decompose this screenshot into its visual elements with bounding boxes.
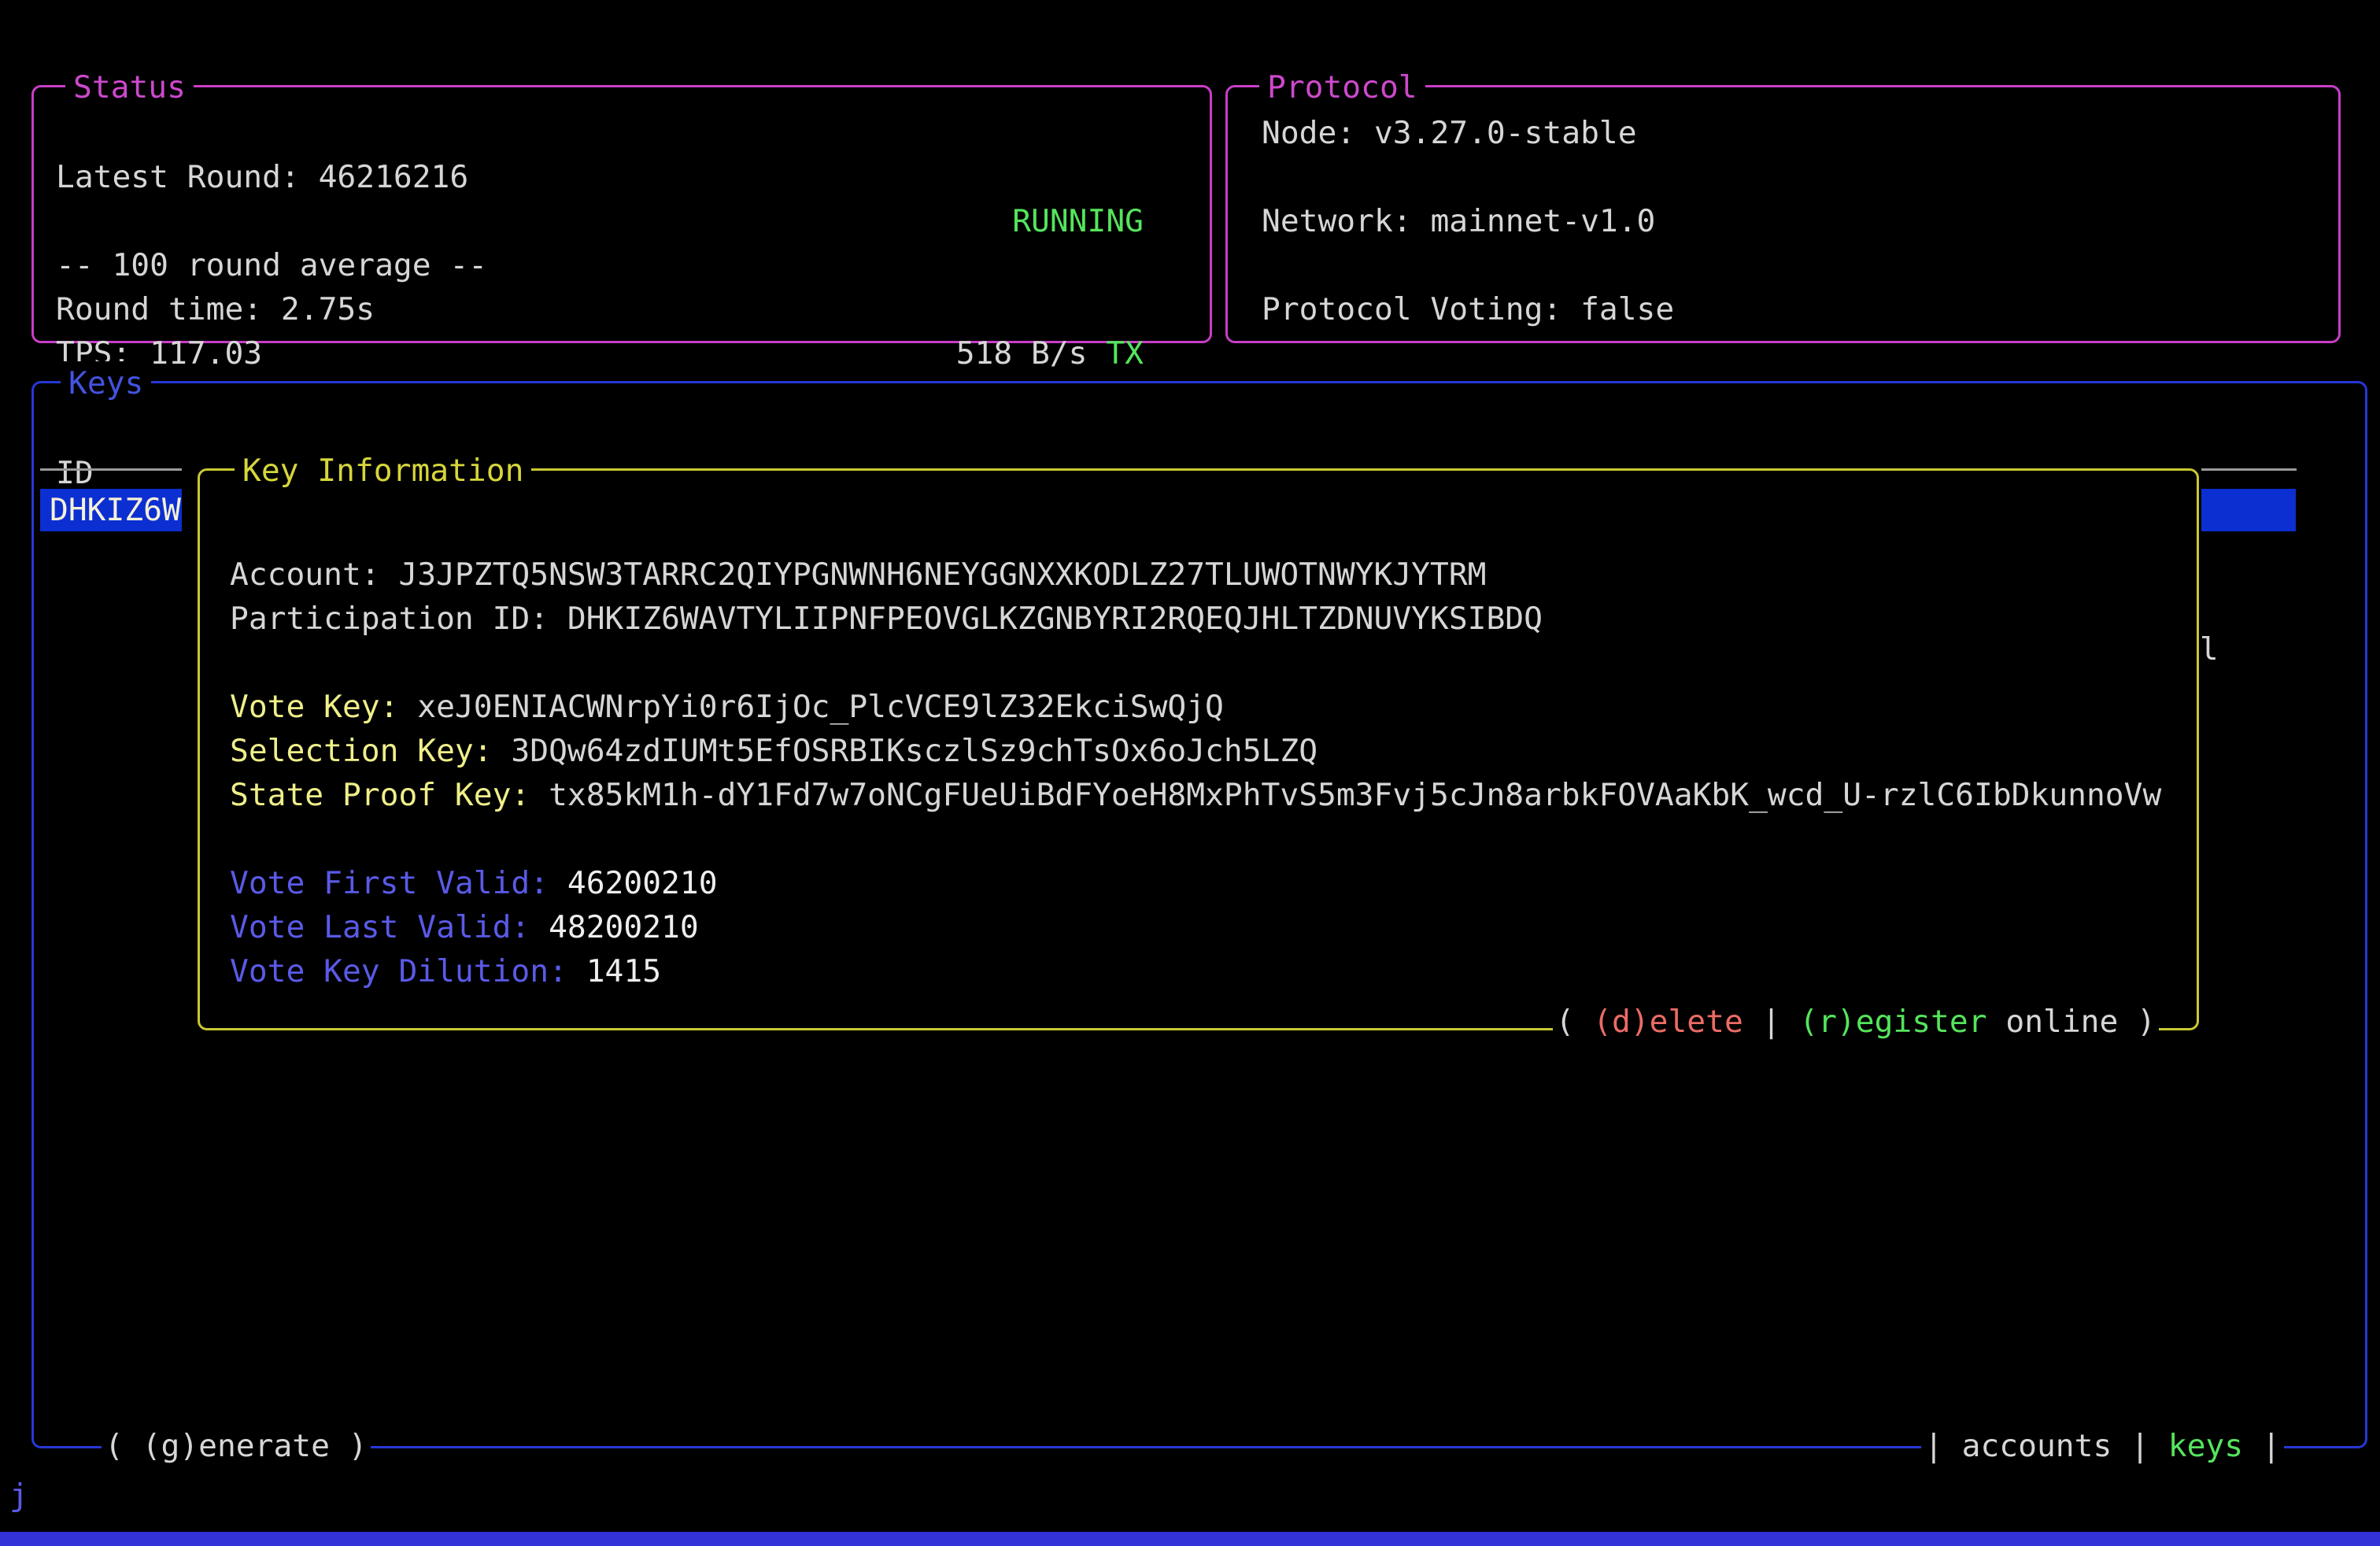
header-separator-right [2201, 468, 2297, 471]
generate-key-hint[interactable]: ( (g)enerate ) [102, 1424, 371, 1468]
key-information-title: Key Information [235, 449, 531, 493]
vote-first-valid-label: Vote First Valid: [230, 865, 567, 901]
tabs-pipe-mid: | [2112, 1428, 2168, 1464]
bottom-terminal-strip [0, 1532, 2380, 1546]
tab-keys[interactable]: keys [2168, 1428, 2243, 1464]
participation-id-label: Participation ID: [230, 601, 567, 637]
tx-rate: 518 B/s TX [956, 331, 1144, 375]
selected-key-id: DHKIZ6W [50, 488, 181, 532]
register-online-text: online [1987, 1004, 2138, 1040]
actions-open-paren: ( [1556, 1004, 1594, 1040]
state-proof-key-line: State Proof Key: tx85kM1h-dY1Fd7w7oNCgFU… [230, 773, 2161, 817]
keys-table-header: ID Address Active Last Vote Last Block P… [34, 407, 2365, 451]
vote-last-valid-label: Vote Last Valid: [230, 909, 549, 945]
terminal-screen: Status Latest Round: 46216216 RUNNING --… [0, 0, 2380, 1546]
vote-first-valid-line: Vote First Valid: 46200210 [230, 861, 718, 905]
view-tabs: | accounts | keys | [1921, 1424, 2284, 1468]
vote-last-valid-value: 48200210 [549, 909, 699, 945]
tx-label: TX [1106, 335, 1144, 372]
keys-panel: Keys ID Address Active Last Vote Last Bl… [31, 381, 2367, 1448]
network-text: Network: mainnet-v1.0 [1262, 199, 1655, 243]
actions-separator: | [1743, 1004, 1799, 1040]
keys-panel-title: Keys [61, 361, 151, 405]
vote-key-value: xeJ0ENIACWNrpYi0r6IjOc_PlcVCE9lZ32EkciSw… [417, 689, 1224, 725]
stray-terminal-char: j [9, 1474, 28, 1518]
state-proof-key-value: tx85kM1h-dY1Fd7w7oNCgFUeUiBdFYoeH8MxPhTv… [549, 777, 2161, 813]
vote-key-dilution-label: Vote Key Dilution: [230, 953, 586, 989]
selection-key-label: Selection Key: [230, 733, 511, 769]
tx-rate-value: 518 B/s [956, 335, 1107, 372]
header-separator-left [40, 468, 182, 471]
table-row-selected-right[interactable] [2201, 489, 2296, 531]
tabs-pipe-left: | [1924, 1428, 1962, 1464]
selection-key-value: 3DQw64zdIUMt5EfOSRBIKsczlSz9chTsOx6oJch5… [511, 733, 1318, 769]
account-label: Account: [230, 557, 398, 593]
vote-key-line: Vote Key: xeJ0ENIACWNrpYi0r6IjOc_PlcVCE9… [230, 685, 1224, 729]
participation-id-value: DHKIZ6WAVTYLIIPNFPEOVGLKZGNBYRI2RQEQJHLT… [567, 601, 1543, 637]
table-row-selected[interactable]: DHKIZ6W [40, 489, 182, 531]
register-action[interactable]: (r)egister [1799, 1004, 1986, 1040]
status-panel: Status Latest Round: 46216216 RUNNING --… [31, 85, 1212, 343]
tabs-pipe-right: | [2243, 1428, 2281, 1464]
participation-id-line: Participation ID: DHKIZ6WAVTYLIIPNFPEOVG… [230, 597, 1543, 641]
delete-action[interactable]: (d)elete [1593, 1004, 1743, 1040]
account-line: Account: J3JPZTQ5NSW3TARRC2QIYPGNWNH6NEY… [230, 553, 1486, 597]
vote-last-valid-line: Vote Last Valid: 48200210 [230, 905, 699, 949]
tab-accounts[interactable]: accounts [1962, 1428, 2112, 1464]
account-value: J3JPZTQ5NSW3TARRC2QIYPGNWNH6NEYGGNXXKODL… [398, 557, 1486, 593]
protocol-panel-title: Protocol [1259, 65, 1425, 109]
actions-close-paren: ) [2137, 1004, 2156, 1040]
selection-key-line: Selection Key: 3DQw64zdIUMt5EfOSRBIKsczl… [230, 729, 1318, 773]
key-information-panel: Key Information Account: J3JPZTQ5NSW3TAR… [198, 468, 2199, 1030]
vote-key-label: Vote Key: [230, 689, 417, 725]
protocol-voting-text: Protocol Voting: false [1262, 287, 1674, 331]
key-actions-hint: ( (d)elete | (r)egister online ) [1553, 1000, 2160, 1044]
node-version-text: Node: v3.27.0-stable [1262, 111, 1637, 155]
status-panel-title: Status [65, 65, 194, 109]
latest-round-text: Latest Round: 46216216 [56, 155, 468, 199]
protocol-panel: Protocol Node: v3.27.0-stable Network: m… [1225, 85, 2341, 343]
state-proof-key-label: State Proof Key: [230, 777, 549, 813]
vote-first-valid-value: 46200210 [567, 865, 718, 901]
vote-key-dilution-value: 1415 [586, 953, 661, 989]
vote-key-dilution-line: Vote Key Dilution: 1415 [230, 949, 661, 993]
